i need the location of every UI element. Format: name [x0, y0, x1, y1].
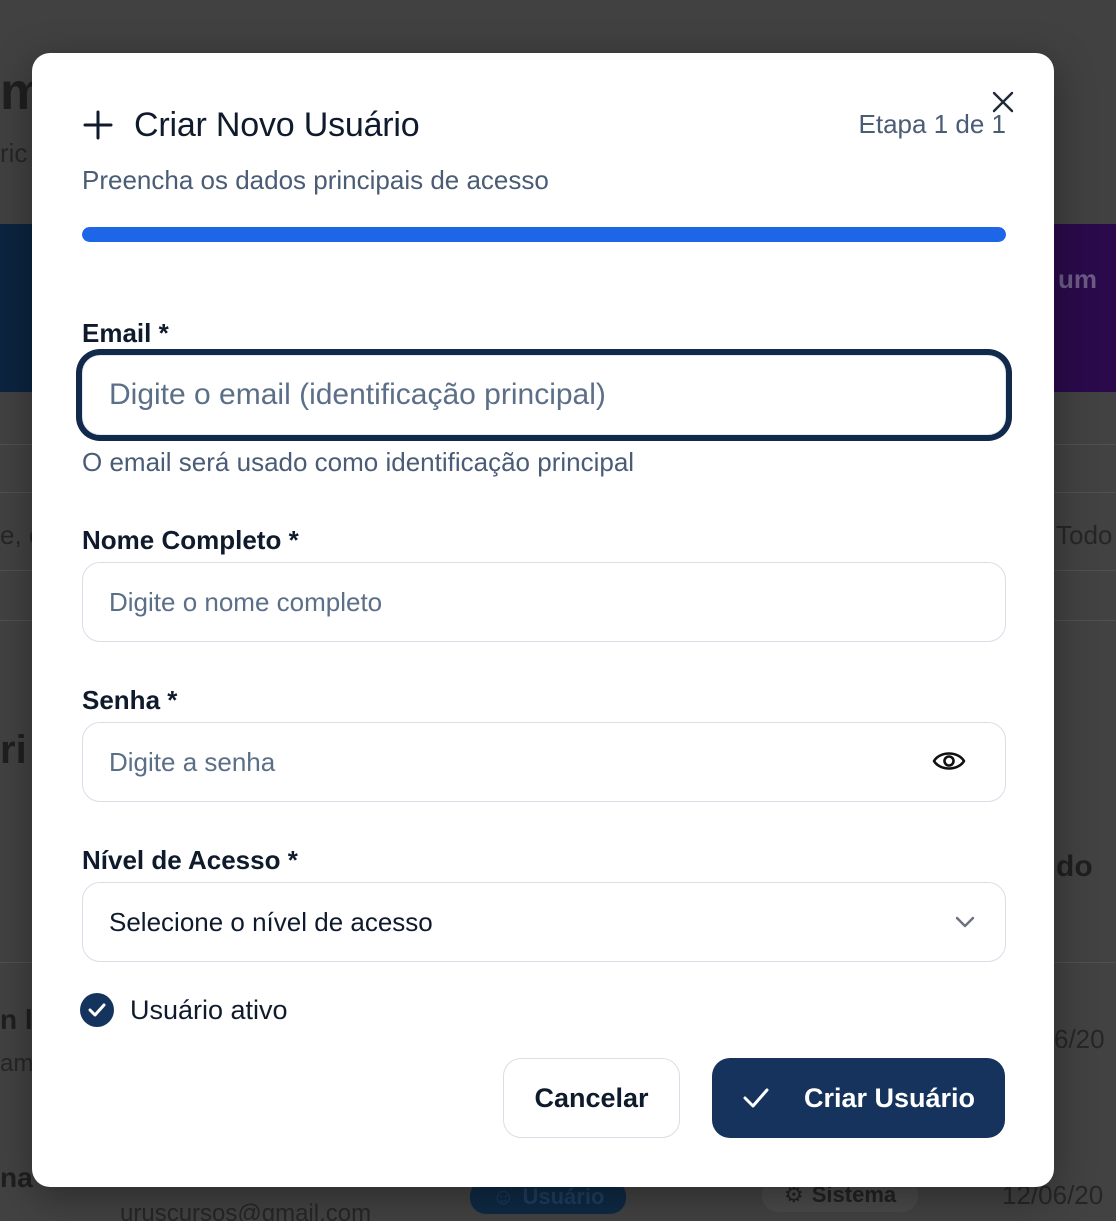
modal-header: Criar Novo Usuário Etapa 1 de 1 Preencha… [82, 101, 1006, 196]
background-row-name-fragment: na [0, 1162, 33, 1193]
background-banner-text: um [1058, 264, 1097, 294]
access-level-value: Selecione o nível de acesso [109, 906, 433, 937]
eye-icon[interactable] [932, 748, 966, 774]
create-user-modal: Criar Novo Usuário Etapa 1 de 1 Preencha… [32, 53, 1054, 1187]
background-date-fragment: 6/20 [1054, 1024, 1105, 1054]
background-banner-right: um [1054, 224, 1116, 392]
create-user-button-label: Criar Usuário [803, 1082, 976, 1113]
step-indicator: Etapa 1 de 1 [858, 109, 1006, 139]
cancel-button[interactable]: Cancelar [503, 1058, 680, 1138]
create-user-button[interactable]: Criar Usuário [712, 1058, 1005, 1138]
modal-subtitle: Preencha os dados principais de acesso [82, 165, 549, 195]
background-row-name-fragment: n l [0, 1004, 33, 1035]
background-column-fragment: do [1056, 850, 1093, 883]
password-label: Senha * [82, 685, 178, 715]
progress-bar-fill [82, 227, 1006, 242]
background-row-email-fragment: am [0, 1050, 34, 1077]
active-user-label: Usuário ativo [130, 994, 288, 1025]
check-icon [743, 1088, 769, 1108]
password-field[interactable] [82, 722, 1006, 802]
plus-icon [83, 110, 113, 140]
background-user-badge-label: Usuário [522, 1184, 605, 1209]
background-section-fragment: ri [0, 728, 27, 772]
name-label: Nome Completo * [82, 525, 299, 555]
email-label: Email * [82, 318, 169, 348]
access-level-select[interactable]: Selecione o nível de acesso [82, 882, 1006, 962]
checkbox-checked-icon [80, 993, 114, 1027]
background-subtitle-fragment: ric [0, 138, 28, 168]
email-field[interactable] [82, 355, 1006, 435]
background-filter-fragment: Todo [1056, 520, 1113, 550]
email-help-text: O email será usado como identificação pr… [82, 447, 635, 477]
chevron-down-icon [955, 916, 975, 928]
name-field[interactable] [82, 562, 1006, 642]
cancel-button-label: Cancelar [534, 1082, 649, 1113]
access-level-label: Nível de Acesso * [82, 845, 298, 875]
background-email-fragment: uruscursos@gmail.com [120, 1200, 372, 1221]
progress-bar [82, 227, 1006, 242]
user-icon: ☺ [492, 1184, 515, 1209]
active-user-checkbox[interactable]: Usuário ativo [80, 993, 288, 1027]
modal-title: Criar Novo Usuário [134, 105, 420, 144]
